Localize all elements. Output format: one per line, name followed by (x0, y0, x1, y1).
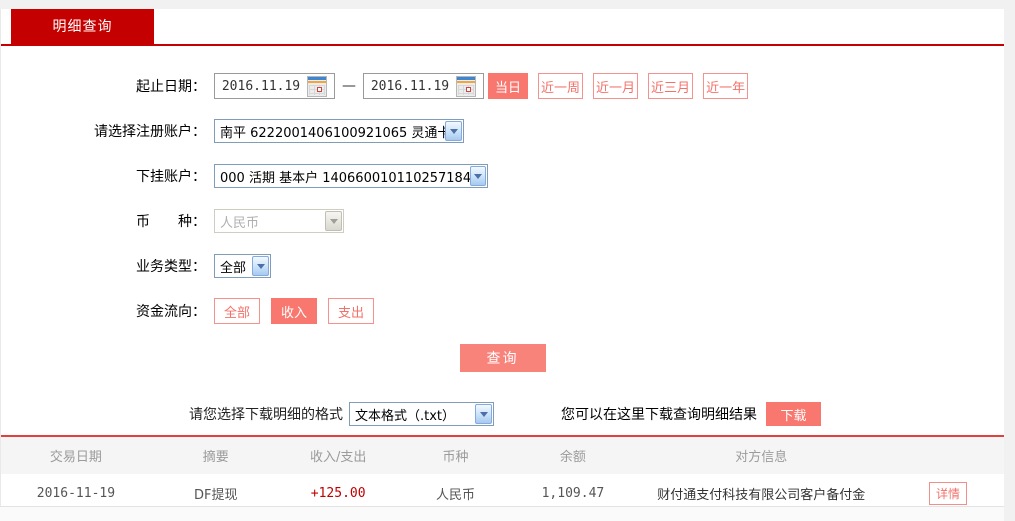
chevron-down-icon (470, 166, 486, 186)
business-type-label: 业务类型： (1, 256, 206, 276)
calendar-day-marker (466, 87, 471, 92)
business-type-row: 业务类型： 全部 (1, 253, 1004, 279)
query-button[interactable]: 查询 (460, 344, 546, 372)
registered-account-row: 请选择注册账户： 南平 6222001406100921065 灵通卡 (1, 118, 1004, 144)
fund-flow-label: 资金流向： (1, 301, 206, 321)
table-header-row: 交易日期 摘要 收入/支出 币种 余额 对方信息 (1, 437, 1004, 474)
registered-account-label: 请选择注册账户： (1, 121, 206, 141)
calendar-icon[interactable] (456, 76, 476, 97)
currency-value: 人民币 (220, 212, 259, 231)
right-strip (1004, 0, 1015, 521)
fund-flow-row: 资金流向： 全部 收入 支出 (1, 298, 1004, 324)
chevron-down-icon (445, 121, 462, 141)
chevron-down-icon (325, 211, 342, 231)
currency-select: 人民币 (214, 209, 344, 233)
end-date-box (363, 73, 484, 99)
chevron-down-icon (475, 404, 492, 424)
header-trade-date: 交易日期 (1, 446, 151, 465)
row-action-cell: 详情 (892, 482, 1004, 505)
date-range-row: 起止日期： — 当日 近一周 近一月 近三月 近一年 (1, 73, 1004, 99)
sub-account-value: 000 活期 基本户 1406600101102571848 (220, 167, 470, 186)
results-table: 交易日期 摘要 收入/支出 币种 余额 对方信息 2016-11-19 DF提现… (1, 435, 1004, 513)
bottom-strip (0, 506, 1004, 521)
download-format-select[interactable]: 文本格式（.txt） (349, 402, 494, 426)
row-balance: 1,109.47 (515, 486, 630, 501)
quick-range-quarter-button[interactable]: 近三月 (648, 73, 693, 99)
fund-flow-expense-button[interactable]: 支出 (328, 298, 374, 324)
download-hint: 您可以在这里下载查询明细结果 (561, 404, 757, 424)
currency-label: 币 种： (1, 211, 206, 231)
business-type-select[interactable]: 全部 (214, 254, 271, 278)
registered-account-value: 南平 6222001406100921065 灵通卡 (220, 122, 445, 141)
header-balance: 余额 (515, 446, 630, 465)
currency-row: 币 种： 人民币 (1, 208, 1004, 234)
sub-account-select[interactable]: 000 活期 基本户 1406600101102571848 (214, 164, 488, 188)
tab-detail-query[interactable]: 明细查询 (11, 9, 154, 45)
tab-underline (1, 44, 1005, 46)
sub-account-label: 下挂账户： (1, 166, 206, 186)
fund-flow-income-button[interactable]: 收入 (271, 298, 317, 324)
content-panel: 明细查询 起止日期： — 当日 近一周 近一月 近三月 近一年 (0, 9, 1004, 521)
quick-range-month-button[interactable]: 近一月 (593, 73, 638, 99)
download-format-value: 文本格式（.txt） (355, 405, 455, 424)
calendar-day-marker (317, 87, 322, 92)
sub-account-row: 下挂账户： 000 活期 基本户 1406600101102571848 (1, 163, 1004, 189)
download-row: 请您选择下载明细的格式 文本格式（.txt） 您可以在这里下载查询明细结果 下载 (189, 402, 1004, 426)
chevron-down-icon (252, 256, 269, 276)
row-counterparty: 财付通支付科技有限公司客户备付金 (630, 484, 892, 503)
quick-range-year-button[interactable]: 近一年 (703, 73, 748, 99)
quick-range-week-button[interactable]: 近一周 (538, 73, 583, 99)
row-trade-date: 2016-11-19 (1, 486, 151, 501)
date-range-separator: — (342, 78, 356, 94)
registered-account-select[interactable]: 南平 6222001406100921065 灵通卡 (214, 119, 464, 143)
header-summary: 摘要 (151, 446, 281, 465)
detail-button[interactable]: 详情 (929, 482, 967, 505)
row-amount: +125.00 (281, 486, 396, 501)
detail-query-page: 明细查询 起止日期： — 当日 近一周 近一月 近三月 近一年 (0, 0, 1015, 521)
calendar-icon[interactable] (307, 76, 327, 97)
row-currency: 人民币 (396, 484, 516, 503)
start-date-input[interactable] (215, 75, 307, 97)
header-counterparty: 对方信息 (630, 446, 892, 465)
download-button[interactable]: 下载 (766, 402, 821, 426)
business-type-value: 全部 (220, 257, 246, 276)
header-currency: 币种 (396, 446, 516, 465)
query-form: 起止日期： — 当日 近一周 近一月 近三月 近一年 请选择注册账户： (1, 9, 1004, 513)
quick-range-today-button[interactable]: 当日 (488, 73, 528, 99)
date-range-label: 起止日期： (1, 76, 206, 96)
download-format-label: 请您选择下载明细的格式 (189, 404, 343, 424)
header-income-expense: 收入/支出 (281, 446, 396, 465)
start-date-box (214, 73, 335, 99)
row-summary: DF提现 (151, 484, 281, 503)
end-date-input[interactable] (364, 75, 456, 97)
fund-flow-all-button[interactable]: 全部 (214, 298, 260, 324)
